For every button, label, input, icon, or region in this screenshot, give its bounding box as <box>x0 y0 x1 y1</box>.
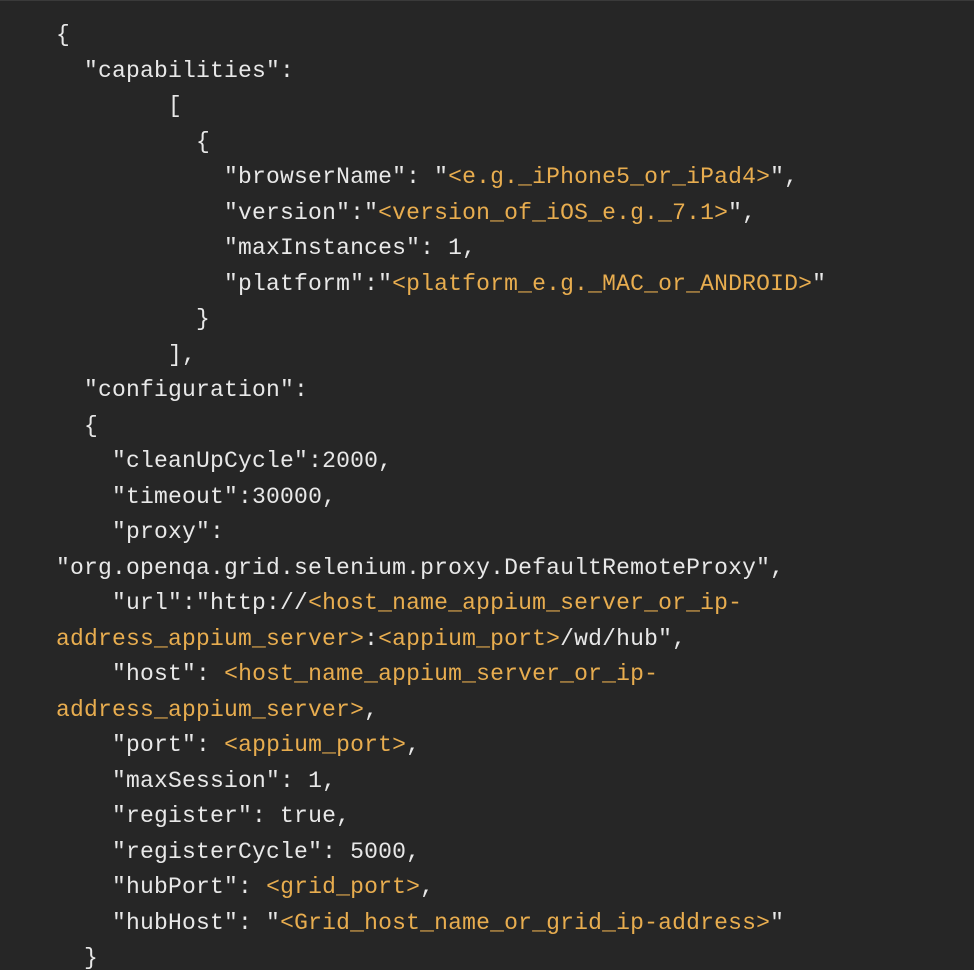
code-line: "registerCycle": 5000, <box>0 839 420 865</box>
code-text: { <box>196 129 210 155</box>
placeholder-text: <e.g._iPhone5_or_iPad4> <box>448 164 770 190</box>
code-text: "org.openqa.grid.selenium.proxy.DefaultR… <box>56 555 784 581</box>
placeholder-text: address_appium_server> <box>56 697 364 723</box>
code-text: /wd/hub", <box>560 626 686 652</box>
placeholder-text: address_appium_server> <box>56 626 364 652</box>
code-text: : <box>364 626 378 652</box>
code-text: ", <box>770 164 798 190</box>
code-text: , <box>406 732 420 758</box>
code-text: "hubHost": " <box>112 910 280 936</box>
code-line: "configuration": <box>0 377 308 403</box>
code-text: "register": true, <box>112 803 350 829</box>
code-line: "maxSession": 1, <box>0 768 336 794</box>
code-line: "version":"<version_of_iOS_e.g._7.1>", <box>0 200 756 226</box>
code-text: ], <box>168 342 196 368</box>
placeholder-text: <host_name_appium_server_or_ip- <box>224 661 658 687</box>
code-text: ", <box>728 200 756 226</box>
code-text: "browserName": " <box>224 164 448 190</box>
code-text: , <box>364 697 378 723</box>
code-text: { <box>84 413 98 439</box>
placeholder-text: <appium_port> <box>378 626 560 652</box>
code-text: "hubPort": <box>112 874 266 900</box>
code-text: "platform":" <box>224 271 392 297</box>
code-line: { <box>0 22 70 48</box>
code-text: "url":"http:// <box>112 590 308 616</box>
code-line: "hubHost": "<Grid_host_name_or_grid_ip-a… <box>0 910 784 936</box>
code-text: "host": <box>112 661 224 687</box>
code-text: , <box>420 874 434 900</box>
code-line: "proxy": <box>0 519 224 545</box>
code-text: "capabilities": <box>84 58 294 84</box>
code-line: "register": true, <box>0 803 350 829</box>
placeholder-text: <version_of_iOS_e.g._7.1> <box>378 200 728 226</box>
placeholder-text: <host_name_appium_server_or_ip- <box>308 590 742 616</box>
code-content: { "capabilities": [ { "browserName": "<e… <box>0 22 826 970</box>
code-text: "cleanUpCycle":2000, <box>112 448 392 474</box>
code-text: "version":" <box>224 200 378 226</box>
code-line: "host": <host_name_appium_server_or_ip- <box>0 661 658 687</box>
placeholder-text: <platform_e.g._MAC_or_ANDROID> <box>392 271 812 297</box>
code-text: } <box>196 306 210 332</box>
code-line: { <box>0 129 210 155</box>
code-line: } <box>0 306 210 332</box>
code-text: "registerCycle": 5000, <box>112 839 420 865</box>
code-text: } <box>84 945 98 970</box>
code-line: "hubPort": <grid_port>, <box>0 874 434 900</box>
placeholder-text: <grid_port> <box>266 874 420 900</box>
code-block[interactable]: { "capabilities": [ { "browserName": "<e… <box>0 0 974 970</box>
code-line: } <box>0 945 98 970</box>
placeholder-text: <appium_port> <box>224 732 406 758</box>
code-line: "url":"http://<host_name_appium_server_o… <box>0 590 742 616</box>
code-line: address_appium_server>:<appium_port>/wd/… <box>0 626 686 652</box>
code-text: "configuration": <box>84 377 308 403</box>
code-text: { <box>56 22 70 48</box>
code-line: "capabilities": <box>0 58 294 84</box>
placeholder-text: <Grid_host_name_or_grid_ip-address> <box>280 910 770 936</box>
code-text: " <box>770 910 784 936</box>
code-line: address_appium_server>, <box>0 697 378 723</box>
code-line: "org.openqa.grid.selenium.proxy.DefaultR… <box>0 555 784 581</box>
code-text: [ <box>168 93 182 119</box>
code-line: { <box>0 413 98 439</box>
code-text: "proxy": <box>112 519 224 545</box>
code-line: "port": <appium_port>, <box>0 732 420 758</box>
code-line: "timeout":30000, <box>0 484 336 510</box>
code-text: "maxInstances": 1, <box>224 235 476 261</box>
code-text: "timeout":30000, <box>112 484 336 510</box>
code-line: "platform":"<platform_e.g._MAC_or_ANDROI… <box>0 271 826 297</box>
code-line: "cleanUpCycle":2000, <box>0 448 392 474</box>
code-line: "maxInstances": 1, <box>0 235 476 261</box>
code-text: " <box>812 271 826 297</box>
code-text: "port": <box>112 732 224 758</box>
code-text: "maxSession": 1, <box>112 768 336 794</box>
code-line: ], <box>0 342 196 368</box>
code-line: "browserName": "<e.g._iPhone5_or_iPad4>"… <box>0 164 798 190</box>
code-line: [ <box>0 93 182 119</box>
